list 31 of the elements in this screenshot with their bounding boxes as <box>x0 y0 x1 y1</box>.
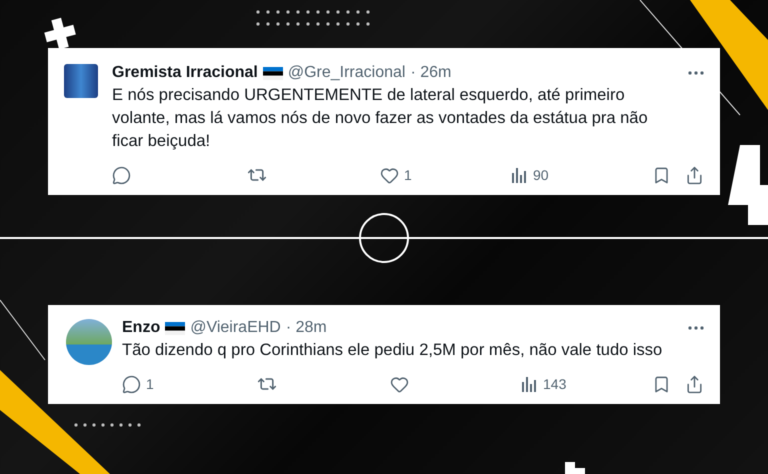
more-icon[interactable] <box>688 326 704 330</box>
tweet-text: E nós precisando URGENTEMENTE de lateral esquerdo, até primeiro volante, mas lá vamos nós de novo fazer as vontades da estátua pra não ficar beiçuda! <box>112 85 649 152</box>
share-icon[interactable] <box>685 166 704 184</box>
view-count: 143 <box>543 376 566 392</box>
user-handle[interactable]: @VieiraEHD <box>190 319 281 337</box>
bar-chart-icon[interactable] <box>510 166 528 184</box>
reply-icon[interactable] <box>122 374 141 394</box>
avatar[interactable] <box>66 319 112 365</box>
like-count: 1 <box>404 167 412 183</box>
heart-icon[interactable] <box>380 166 399 184</box>
bookmark-icon[interactable] <box>652 166 671 184</box>
flag-icon <box>262 66 283 80</box>
post-time: · 26m <box>410 64 452 82</box>
tweet-text: Tão dizendo q pro Corinthians ele pediu 2,5M por mês, não vale tudo isso <box>122 340 664 361</box>
post-time: · 28m <box>286 319 327 337</box>
share-icon[interactable] <box>685 374 704 394</box>
dot-row <box>74 423 141 427</box>
reply-count: 1 <box>146 376 154 392</box>
avatar[interactable] <box>64 64 98 98</box>
reply-icon[interactable] <box>112 166 131 184</box>
diagonal-line <box>0 300 46 360</box>
user-handle[interactable]: @Gre_Irracional <box>288 64 406 82</box>
center-circle <box>359 213 409 263</box>
user-name[interactable]: Gremista Irracional <box>112 64 258 82</box>
user-name[interactable]: Enzo <box>122 319 160 337</box>
more-icon[interactable] <box>688 71 704 75</box>
heart-icon[interactable] <box>390 374 409 394</box>
flag-icon <box>165 322 186 334</box>
bookmark-icon[interactable] <box>652 374 671 394</box>
bar-chart-icon[interactable] <box>520 375 538 393</box>
view-count: 90 <box>533 167 549 183</box>
